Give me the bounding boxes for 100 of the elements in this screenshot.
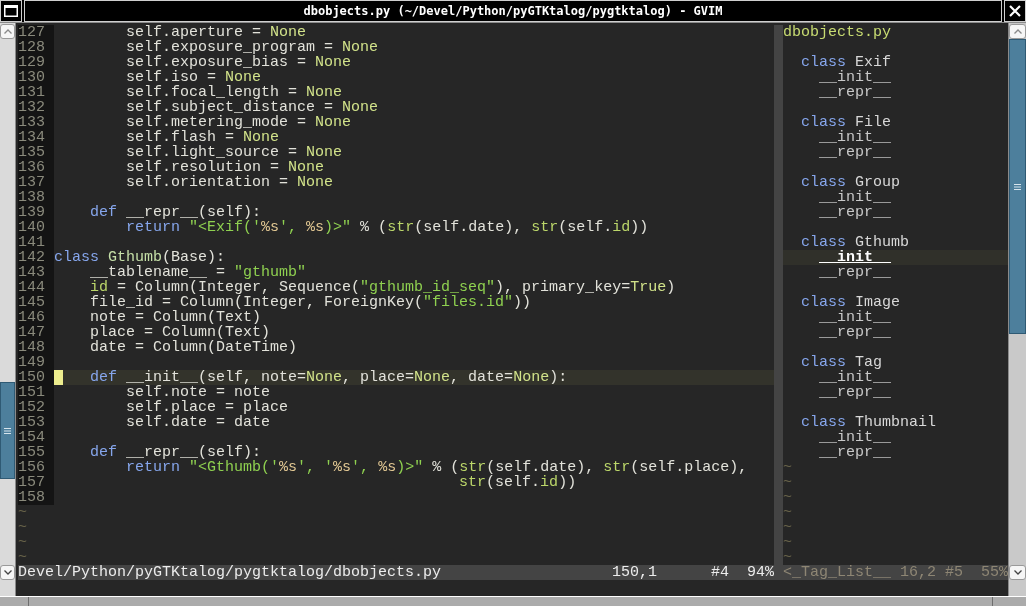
line-number: 135 [18, 145, 54, 160]
class-tag[interactable]: class Gthumb [801, 235, 910, 250]
scrollbar-track[interactable] [0, 23, 16, 596]
code-line: date = Column(DateTime) [90, 340, 298, 355]
grip-icon [4, 427, 11, 434]
line-number: 132 [18, 100, 54, 115]
close-button[interactable] [1004, 0, 1026, 22]
code-line: self.orientation = None [126, 175, 334, 190]
empty-line-marker: ~ [18, 535, 27, 550]
window-title: dbobjects.py (~/Devel/Python/pyGTKtalog/pygtktalog) - GVIM [303, 4, 723, 18]
line-number: 144 [18, 280, 54, 295]
code-line: id = Column(Integer, Sequence("gthumb_id_seq"), primary_key=True) [90, 280, 676, 295]
scroll-down-button[interactable] [0, 565, 15, 580]
code-line: __tablename__ = "gthumb" [90, 265, 307, 280]
line-number: 131 [18, 85, 54, 100]
close-icon [1009, 5, 1021, 17]
line-number: 127 [18, 25, 54, 40]
code-line: self.note = note [126, 385, 271, 400]
chevron-up-icon [3, 29, 12, 34]
empty-line-marker: ~ [783, 520, 792, 535]
line-number: 134 [18, 130, 54, 145]
scroll-down-button[interactable] [1009, 565, 1026, 580]
method-tag[interactable]: __repr__ [819, 85, 891, 100]
empty-line-marker: ~ [18, 520, 27, 535]
window-icon [4, 5, 18, 17]
code-line: def __repr__(self): [90, 445, 262, 460]
line-number: 142 [18, 250, 54, 265]
method-tag[interactable]: __init__ [819, 70, 891, 85]
scrollbar-track[interactable] [1008, 23, 1026, 596]
method-tag[interactable]: __init__ [819, 370, 891, 385]
line-number: 157 [18, 475, 54, 490]
empty-line-marker: ~ [783, 460, 792, 475]
line-number: 136 [18, 160, 54, 175]
method-tag[interactable]: __repr__ [819, 145, 891, 160]
code-line: def __repr__(self): [90, 205, 262, 220]
line-number: 149 [18, 355, 54, 370]
line-number: 128 [18, 40, 54, 55]
line-number: 152 [18, 400, 54, 415]
line-number: 145 [18, 295, 54, 310]
cursor-position: 16,2 [900, 565, 937, 580]
code-line: str(self.id)) [459, 475, 577, 490]
empty-line-marker: ~ [18, 550, 27, 565]
method-tag[interactable]: __init__ [819, 430, 891, 445]
chevron-down-icon [3, 570, 12, 575]
method-tag[interactable]: __repr__ [819, 385, 891, 400]
scroll-up-button[interactable] [1009, 24, 1026, 39]
line-number: 154 [18, 430, 54, 445]
cursor-position: 150,1 [612, 565, 657, 580]
code-line: def __init__(self, note=None, place=None, date=None): [90, 370, 568, 385]
scroll-percent: 94% [747, 565, 774, 580]
code-line: self.resolution = None [126, 160, 325, 175]
class-tag[interactable]: class Thumbnail [801, 415, 937, 430]
line-number: 153 [18, 415, 54, 430]
buffer-name: <_Tag_List__ [783, 565, 892, 580]
code-line: self.aperture = None [126, 25, 307, 40]
line-number: 148 [18, 340, 54, 355]
code-line: note = Column(Text) [90, 310, 262, 325]
line-number: 143 [18, 265, 54, 280]
line-number: 139 [18, 205, 54, 220]
class-tag[interactable]: class Group [801, 175, 901, 190]
method-tag[interactable]: __init__ [819, 190, 891, 205]
scrollbar-thumb[interactable] [0, 382, 15, 479]
line-number: 137 [18, 175, 54, 190]
method-tag[interactable]: __init__ [819, 130, 891, 145]
method-tag[interactable]: __repr__ [819, 445, 891, 460]
file-tag[interactable]: dbobjects.py [783, 25, 892, 40]
scroll-up-button[interactable] [0, 24, 15, 39]
class-tag[interactable]: class Exif [801, 55, 892, 70]
code-line: place = Column(Text) [90, 325, 271, 340]
window-menu-button[interactable] [0, 0, 22, 22]
chevron-down-icon [1013, 570, 1022, 575]
method-tag[interactable]: __init__ [819, 310, 891, 325]
line-number: 158 [18, 490, 54, 505]
code-line: class Gthumb(Base): [54, 250, 226, 265]
code-line: self.metering_mode = None [126, 115, 352, 130]
code-line: self.exposure_program = None [126, 40, 379, 55]
line-number: 156 [18, 460, 54, 475]
method-tag[interactable]: __init__ [819, 250, 891, 265]
code-line: self.place = place [126, 400, 289, 415]
line-number: 133 [18, 115, 54, 130]
method-tag[interactable]: __repr__ [819, 265, 891, 280]
method-tag[interactable]: __repr__ [819, 325, 891, 340]
class-tag[interactable]: class Tag [801, 355, 883, 370]
empty-line-marker: ~ [783, 505, 792, 520]
chevron-up-icon [1013, 29, 1022, 34]
code-line: return "<Gthumb('%s', '%s', %s)>" % (str(self.date), str(self.place), [126, 460, 748, 475]
buffer-number: #5 [945, 565, 964, 580]
class-tag[interactable]: class File [801, 115, 892, 130]
line-number: 130 [18, 70, 54, 85]
line-number: 129 [18, 55, 54, 70]
scrollbar-thumb[interactable] [1009, 39, 1026, 334]
class-tag[interactable]: class Image [801, 295, 901, 310]
line-number: 155 [18, 445, 54, 460]
code-line: self.exposure_bias = None [126, 55, 352, 70]
cursor-icon [54, 370, 63, 385]
line-number: 146 [18, 310, 54, 325]
line-number: 150 [18, 370, 54, 385]
scroll-percent: 55% [981, 565, 1009, 580]
method-tag[interactable]: __repr__ [819, 205, 891, 220]
line-number: 151 [18, 385, 54, 400]
